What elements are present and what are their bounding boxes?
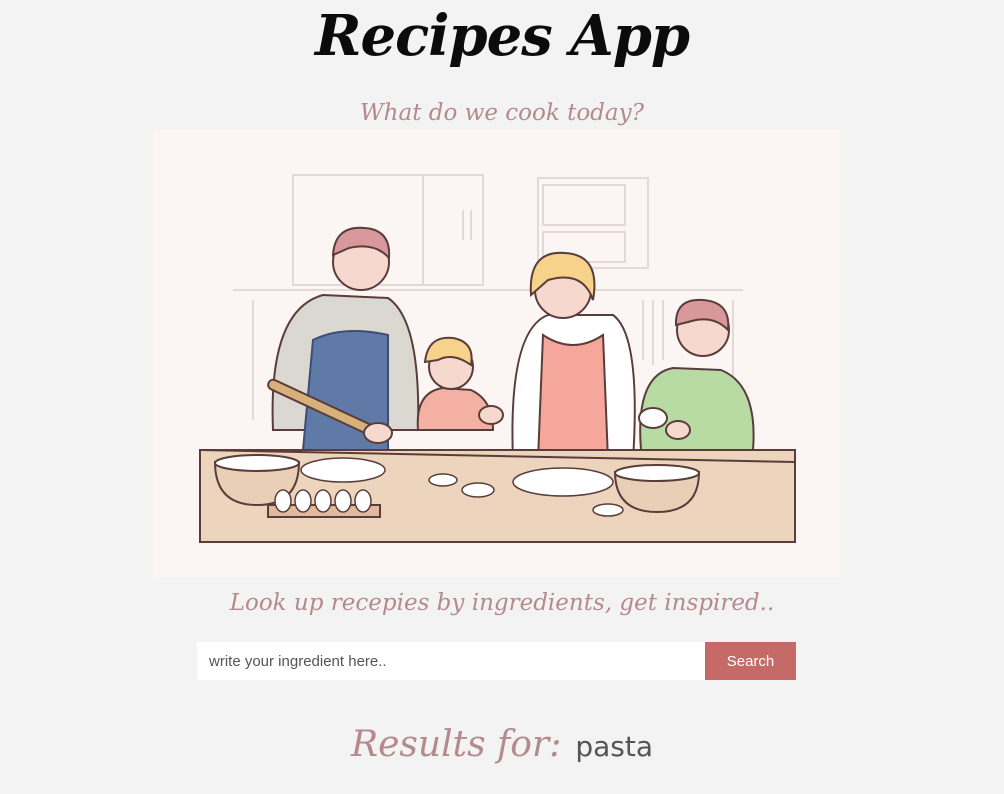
dad-figure: [267, 226, 420, 471]
results-label: Results for:: [351, 724, 562, 765]
mixing-bowl-right: [613, 464, 701, 514]
search-heading: Look up recepies by ingredients, get ins…: [229, 590, 775, 616]
hero-illustration: [153, 130, 840, 578]
page: Recipes App What do we cook today? Look …: [0, 0, 1004, 794]
results-search-term: pasta: [575, 730, 653, 763]
egg-tray: [267, 489, 381, 518]
results-heading: Results for: pasta: [0, 724, 1004, 765]
family-cooking-illustration: [199, 174, 796, 543]
ingredient-search-input[interactable]: [197, 642, 705, 680]
search-button[interactable]: Search: [705, 642, 796, 680]
girl-figure: [416, 336, 504, 431]
boy-figure: [638, 298, 755, 451]
app-title: Recipes App: [314, 3, 690, 69]
search-form: Search: [197, 642, 796, 680]
mom-figure: [468, 251, 636, 470]
tagline: What do we cook today?: [360, 100, 644, 126]
